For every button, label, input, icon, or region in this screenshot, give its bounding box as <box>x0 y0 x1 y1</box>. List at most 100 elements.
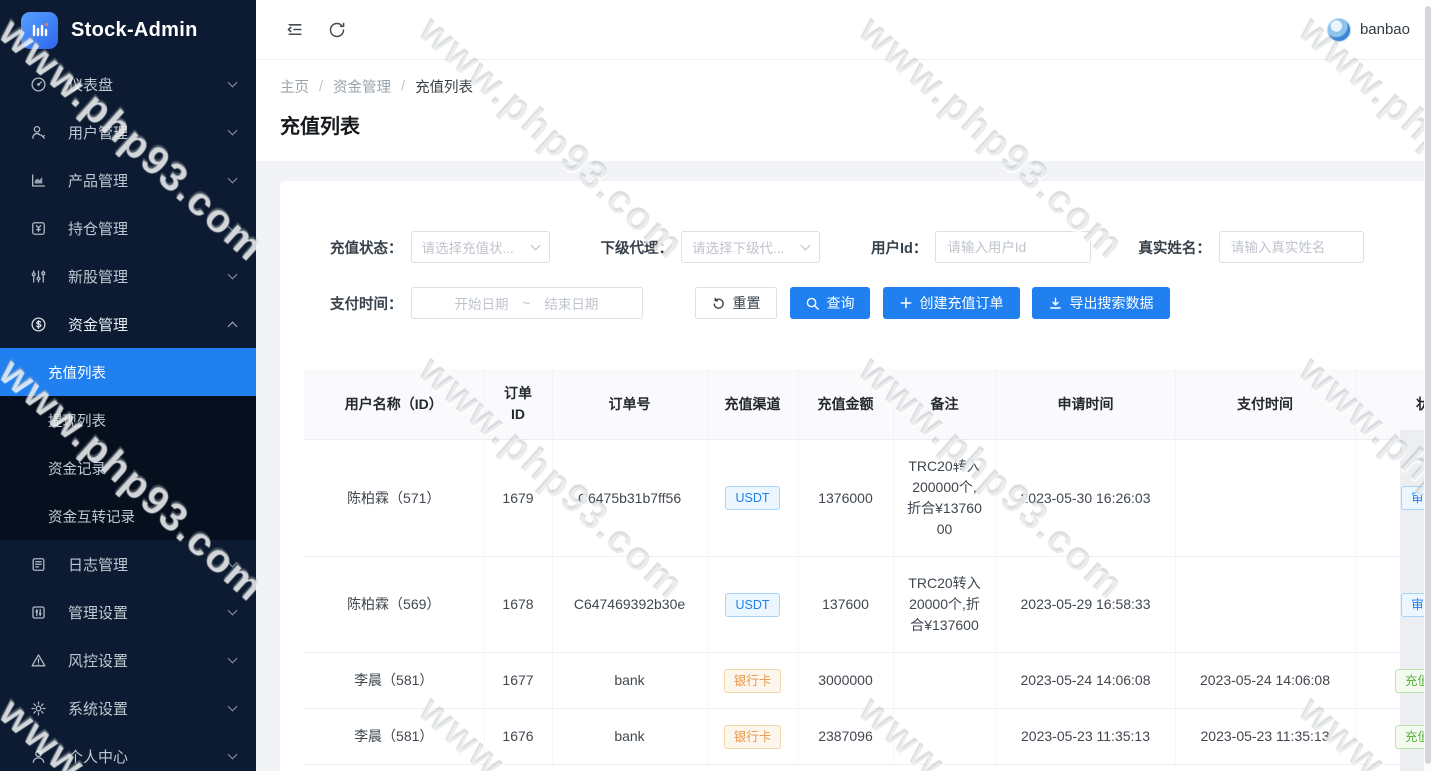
sidebar-subitem-label: 资金互转记录 <box>48 506 135 527</box>
system-settings-icon <box>30 700 48 717</box>
sidebar: Stock-Admin 仪表盘 用户管理 产品管理 持仓管理 新股管理 <box>0 0 256 771</box>
sidebar-item-positions[interactable]: 持仓管理 <box>0 204 256 252</box>
breadcrumb: 主页 / 资金管理 / 充值列表 <box>280 76 1408 97</box>
cell-channel: USDT <box>707 440 798 557</box>
cell-remark: TRC20转入20000个,折合¥137600 <box>893 557 996 653</box>
cell-order-id: 1679 <box>484 440 552 557</box>
sidebar-menu: 仪表盘 用户管理 产品管理 持仓管理 新股管理 资金管理 <box>0 60 256 771</box>
app-title: Stock-Admin <box>71 19 198 42</box>
cell-channel: USDT <box>707 557 798 653</box>
sidebar-item-system-settings[interactable]: 系统设置 <box>0 684 256 732</box>
sidebar-subitem-label: 资金记录 <box>48 458 106 479</box>
create-recharge-order-button[interactable]: 创建充值订单 <box>883 287 1020 319</box>
sidebar-subitem-withdraw-list[interactable]: 提现列表 <box>0 396 256 444</box>
header-order-id: 订单 ID <box>484 369 552 440</box>
create-button-label: 创建充值订单 <box>920 293 1004 313</box>
sidebar-item-products[interactable]: 产品管理 <box>0 156 256 204</box>
cell-user: 陈柏霖（569） <box>304 557 484 653</box>
page-title: 充值列表 <box>280 110 1408 139</box>
header-remark: 备注 <box>893 369 996 440</box>
collapse-sidebar-icon[interactable] <box>284 19 305 40</box>
user-menu[interactable]: banbao <box>1327 18 1410 42</box>
date-start-placeholder: 开始日期 <box>455 293 509 313</box>
cell-user: 陈柏霖（571） <box>304 440 484 557</box>
cell-pay-time <box>1175 557 1355 653</box>
sidebar-item-profile[interactable]: 个人中心 <box>0 732 256 771</box>
avatar[interactable] <box>1327 18 1351 42</box>
channel-badge: 银行卡 <box>724 669 782 693</box>
sidebar-item-label: 系统设置 <box>68 698 229 719</box>
content-area: 充值状态： 请选择充值状... 下级代理： 请选择下级代... 用户Id： 真实… <box>256 161 1432 771</box>
cell-order-no: C6475b31b7ff56 <box>552 440 707 557</box>
date-separator: ~ <box>523 296 531 311</box>
reset-button[interactable]: 重置 <box>695 287 777 319</box>
topbar: banbao <box>256 0 1432 60</box>
export-button-label: 导出搜索数据 <box>1070 293 1154 313</box>
chevron-down-icon <box>801 241 811 251</box>
sidebar-item-label: 日志管理 <box>68 554 229 575</box>
agent-select[interactable]: 请选择下级代... <box>681 231 820 263</box>
cell-amount: 137600 <box>798 557 893 653</box>
breadcrumb-home[interactable]: 主页 <box>280 76 309 97</box>
cell-remark <box>893 653 996 709</box>
select-placeholder: 请选择充值状... <box>422 237 532 257</box>
table-row: 李晨（581） 1677 bank 银行卡 3000000 2023-05-24… <box>304 653 1432 709</box>
sidebar-subitem-fund-transfer-records[interactable]: 资金互转记录 <box>0 492 256 540</box>
funds-icon <box>30 316 48 333</box>
table-row: 陈柏霖（569） 1678 C647469392b30e USDT 137600… <box>304 557 1432 653</box>
userid-label: 用户Id： <box>871 237 927 258</box>
search-button[interactable]: 查询 <box>790 287 870 319</box>
header-order-no: 订单号 <box>552 369 707 440</box>
chevron-down-icon <box>228 702 238 712</box>
main-area: banbao 主页 / 资金管理 / 充值列表 充值列表 充值状态： 请选择充值… <box>256 0 1432 771</box>
sidebar-item-dashboard[interactable]: 仪表盘 <box>0 60 256 108</box>
channel-badge: USDT <box>725 593 779 617</box>
channel-badge: USDT <box>725 486 779 510</box>
table-header-row: 用户名称（ID） 订单 ID 订单号 充值渠道 充值金额 备注 申请时间 支付时… <box>304 369 1432 440</box>
sidebar-item-risk-settings[interactable]: 风控设置 <box>0 636 256 684</box>
sidebar-item-ipo[interactable]: 新股管理 <box>0 252 256 300</box>
cell-pay-time: 2023-05-24 14:06:08 <box>1175 653 1355 709</box>
export-search-data-button[interactable]: 导出搜索数据 <box>1032 287 1170 319</box>
users-icon <box>30 124 48 141</box>
cell-user: 李晨（581） <box>304 653 484 709</box>
userid-input[interactable] <box>935 231 1091 263</box>
realname-input[interactable] <box>1219 231 1364 263</box>
sidebar-item-logs[interactable]: 日志管理 <box>0 540 256 588</box>
sidebar-subitem-fund-records[interactable]: 资金记录 <box>0 444 256 492</box>
breadcrumb-current: 充值列表 <box>415 76 473 97</box>
reset-button-label: 重置 <box>733 293 761 313</box>
chevron-down-icon <box>228 606 238 616</box>
header-amount: 充值金额 <box>798 369 893 440</box>
sidebar-item-label: 新股管理 <box>68 266 229 287</box>
sidebar-item-users[interactable]: 用户管理 <box>0 108 256 156</box>
positions-icon <box>30 220 48 237</box>
app-logo: Stock-Admin <box>0 0 256 60</box>
sidebar-subitem-label: 提现列表 <box>48 410 106 431</box>
breadcrumb-section[interactable]: 资金管理 <box>333 76 391 97</box>
sidebar-item-label: 用户管理 <box>68 122 229 143</box>
sidebar-item-funds[interactable]: 资金管理 <box>0 300 256 348</box>
recharge-status-label: 充值状态： <box>330 237 403 258</box>
sidebar-subitem-recharge-list[interactable]: 充值列表 <box>0 348 256 396</box>
page-scrollbar[interactable] <box>1424 0 1432 771</box>
recharge-table: 用户名称（ID） 订单 ID 订单号 充值渠道 充值金额 备注 申请时间 支付时… <box>304 369 1432 765</box>
cell-apply-time: 2023-05-30 16:26:03 <box>996 440 1175 557</box>
cell-amount: 1376000 <box>798 440 893 557</box>
sidebar-item-admin-settings[interactable]: 管理设置 <box>0 588 256 636</box>
scrollbar-thumb[interactable] <box>1425 6 1431 764</box>
admin-settings-icon <box>30 604 48 621</box>
sidebar-item-label: 资金管理 <box>68 314 229 335</box>
header-apply-time: 申请时间 <box>996 369 1175 440</box>
dashboard-icon <box>30 76 48 93</box>
products-icon <box>30 172 48 189</box>
logs-icon <box>30 556 48 573</box>
recharge-status-select[interactable]: 请选择充值状... <box>411 231 550 263</box>
cell-pay-time: 2023-05-23 11:35:13 <box>1175 709 1355 765</box>
paytime-range-input[interactable]: 开始日期 ~ 结束日期 <box>411 287 643 319</box>
download-icon <box>1048 296 1063 311</box>
cell-order-no: C647469392b30e <box>552 557 707 653</box>
app-logo-icon <box>21 12 58 49</box>
filter-row-2: 支付时间： 开始日期 ~ 结束日期 重置 查询 创建充值订单 <box>304 287 1432 319</box>
refresh-icon[interactable] <box>327 20 347 40</box>
